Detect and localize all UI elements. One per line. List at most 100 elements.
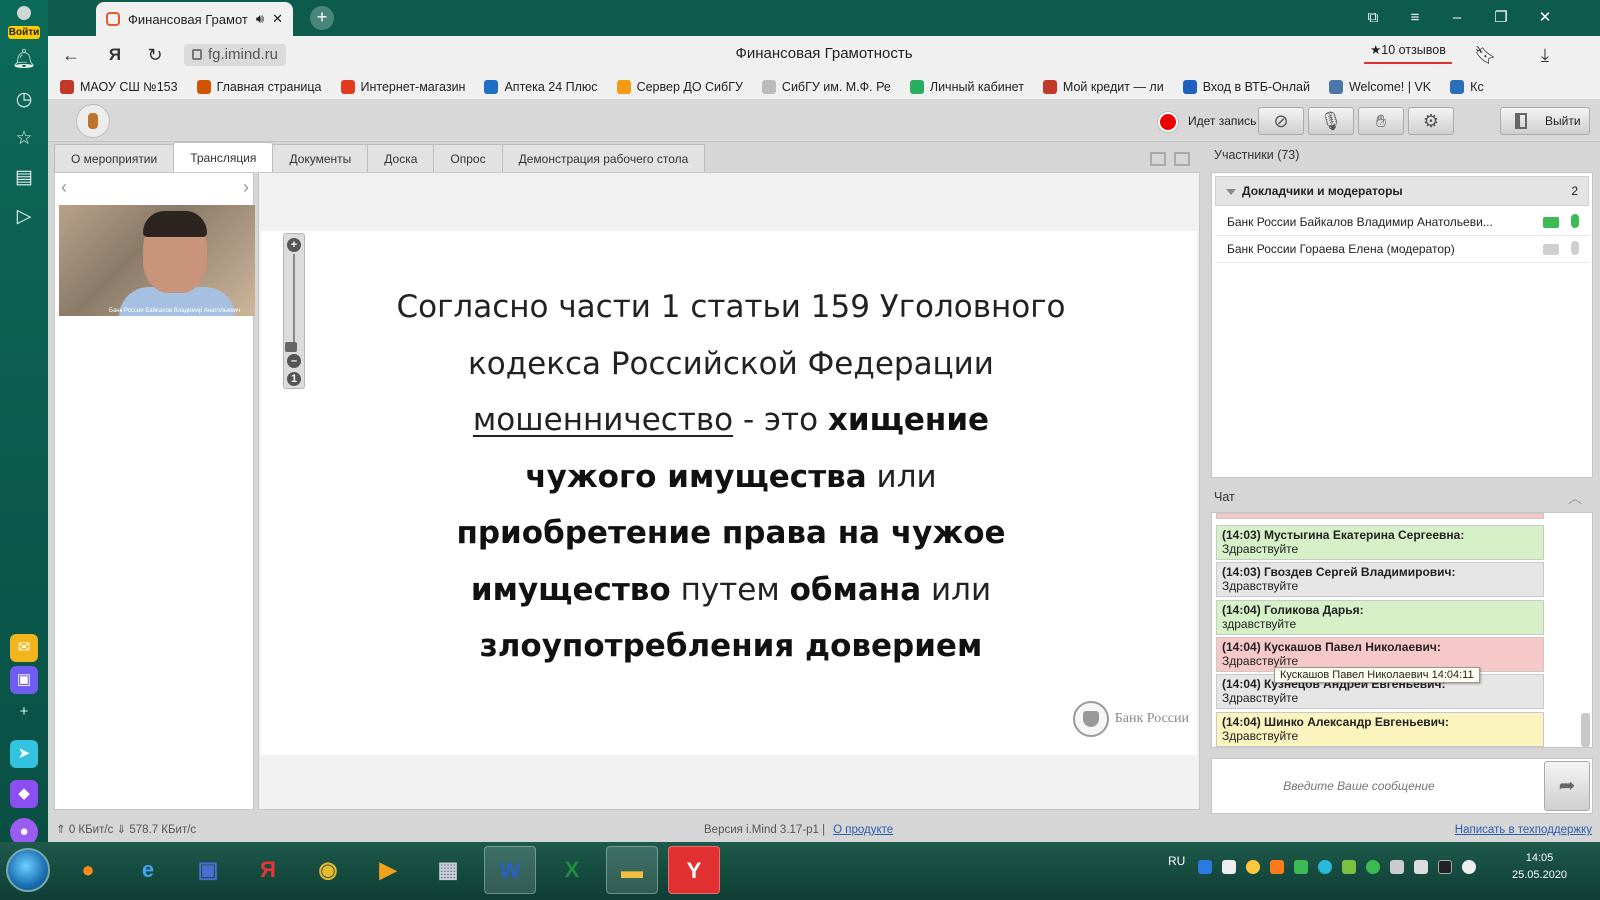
participant-row[interactable]: Банк России Гораева Елена (модератор) (1215, 236, 1589, 263)
bookmark-item[interactable]: Личный кабинет (909, 79, 1024, 94)
mail-icon[interactable]: ✉ (10, 634, 38, 662)
menu-icon[interactable]: ≡ (1402, 6, 1428, 30)
start-button[interactable] (6, 848, 50, 892)
tab-poll[interactable]: Опрос (433, 144, 503, 172)
tray-monitor-icon[interactable] (1438, 860, 1452, 874)
tray-power-icon[interactable] (1462, 860, 1476, 874)
chrome-icon[interactable]: ◉ (302, 846, 354, 894)
messenger-icon[interactable]: ▣ (10, 666, 38, 694)
word-icon[interactable]: W (484, 846, 536, 894)
bookmark-item[interactable]: Интернет-магазин (340, 79, 465, 94)
restore-button[interactable]: ❐ (1488, 6, 1514, 30)
bell-icon[interactable]: 🔔︎ (12, 48, 36, 72)
bookmark-item[interactable]: Welcome! | VK (1328, 79, 1431, 94)
firefox-icon[interactable]: ● (62, 846, 114, 894)
participant-row[interactable]: Банк России Байкалов Владимир Анатольеви… (1215, 209, 1589, 236)
send-message-button[interactable]: ➦ (1544, 761, 1590, 811)
login-label[interactable]: Войти (8, 26, 40, 39)
participants-group[interactable]: Докладчики и модераторы 2 (1215, 176, 1589, 206)
tray-orange-icon[interactable] (1270, 860, 1284, 874)
zoom-thumb[interactable] (285, 342, 297, 352)
tabs-menu-icon[interactable]: ⧉ (1360, 6, 1386, 30)
explorer-icon[interactable]: ▬ (606, 846, 658, 894)
yandex-open-icon[interactable]: Y (668, 846, 720, 894)
tray-volume-icon[interactable] (1414, 860, 1428, 874)
yandex-browser-icon[interactable]: Я (242, 846, 294, 894)
mic-off-button[interactable]: 🎙︎ (1308, 107, 1354, 135)
yandex-icon[interactable]: Я (104, 45, 126, 65)
collapse-triangle-icon[interactable] (1226, 189, 1236, 195)
reviews-button[interactable]: ★10 отзывов (1364, 42, 1452, 64)
bookmark-item[interactable]: Кс (1450, 79, 1484, 94)
calculator-icon[interactable]: ▦ (422, 846, 474, 894)
excel-icon[interactable]: X (546, 846, 598, 894)
bookmark-item[interactable]: Вход в ВТБ-Онлай (1182, 79, 1310, 94)
download-icon[interactable]: ⤓ (1534, 45, 1556, 65)
tray-keyboard-icon[interactable] (1222, 860, 1236, 874)
alice-icon[interactable]: ◆ (10, 780, 38, 808)
zoom-out-icon[interactable]: – (287, 354, 301, 368)
support-link[interactable]: Написать в техподдержку (1455, 818, 1592, 842)
next-video-icon[interactable]: › (243, 177, 249, 198)
speaker-icon[interactable]: 🔊︎ (256, 11, 264, 27)
tab-desktop-share[interactable]: Демонстрация рабочего стола (501, 144, 706, 172)
window-mode-icon[interactable] (1150, 152, 1166, 166)
clock[interactable]: 14:05 25.05.2020 (1512, 850, 1567, 884)
star-icon[interactable]: ☆ (12, 127, 36, 151)
chat-message-text: Здравствуйте (1222, 542, 1299, 556)
bookmark-item[interactable]: Аптека 24 Плюс (484, 79, 598, 94)
tray-app-icon[interactable] (1198, 860, 1212, 874)
camera-off-button[interactable]: ⊘ (1258, 107, 1304, 135)
bookmark-item[interactable]: Мой кредит — ли (1042, 79, 1164, 94)
zoom-control[interactable]: + – 1 (283, 233, 305, 389)
reload-icon[interactable]: ↻ (144, 45, 166, 65)
send-icon[interactable]: ➤ (10, 740, 38, 768)
bookmark-item[interactable]: МАОУ СШ №153 (60, 79, 178, 94)
tab-broadcast[interactable]: Трансляция (173, 142, 274, 172)
tab-board[interactable]: Доска (367, 144, 435, 172)
internet-explorer-icon[interactable]: e (122, 846, 174, 894)
save-app-icon[interactable]: ▣ (182, 846, 234, 894)
zoom-track[interactable] (293, 254, 295, 342)
bookmark-icon[interactable]: 🔖︎ (1474, 45, 1497, 65)
chat-message-input[interactable] (1214, 761, 1504, 811)
collections-icon[interactable]: ▤ (12, 166, 36, 190)
raise-hand-button[interactable]: ✋︎ (1358, 107, 1404, 135)
speaker-video[interactable]: Банк России Байкалов Владимир Анатольеви… (59, 205, 255, 316)
about-product-link[interactable]: О продукте (833, 824, 893, 836)
profile-avatar[interactable]: Войти (6, 4, 42, 39)
tray-skype-icon[interactable] (1318, 860, 1332, 874)
address-bar: ← Я ↻ fg.imind.ru Финансовая Грамотность… (48, 36, 1600, 74)
fullscreen-icon[interactable] (1174, 152, 1190, 166)
close-tab-icon[interactable]: ✕ (272, 11, 283, 27)
settings-button[interactable]: ⚙ (1408, 107, 1454, 135)
tray-lang[interactable]: RU (1168, 854, 1185, 868)
url-field[interactable]: fg.imind.ru (184, 44, 287, 66)
bookmark-item[interactable]: СибГУ им. М.Ф. Ре (761, 79, 891, 94)
tray-green-icon[interactable] (1294, 860, 1308, 874)
minimize-button[interactable]: – (1444, 6, 1470, 30)
add-panel-icon[interactable]: + (10, 698, 38, 726)
browser-tab[interactable]: Финансовая Грамот 🔊︎ ✕ (96, 2, 293, 36)
new-tab-button[interactable]: + (310, 6, 334, 30)
chat-scrollbar[interactable] (1581, 713, 1590, 747)
tray-yellow-icon[interactable] (1246, 860, 1260, 874)
history-icon[interactable]: ◷ (12, 88, 36, 112)
tab-about[interactable]: О мероприятии (54, 144, 175, 172)
tray-network-icon[interactable] (1390, 860, 1404, 874)
zoom-reset-icon[interactable]: 1 (287, 372, 301, 386)
exit-button[interactable]: Выйти (1500, 107, 1590, 135)
tray-nvidia-icon[interactable] (1342, 860, 1356, 874)
tray-check-icon[interactable] (1366, 860, 1380, 874)
back-button[interactable]: ← (60, 45, 82, 65)
chat-collapse-icon[interactable]: ︿ (1568, 488, 1582, 508)
play-icon[interactable]: ▷ (12, 205, 36, 229)
zoom-in-icon[interactable]: + (287, 238, 301, 252)
video-column: ‹ › Банк России Байкалов Владимир Анатол… (54, 172, 255, 810)
bookmark-item[interactable]: Сервер ДО СибГУ (616, 79, 743, 94)
prev-video-icon[interactable]: ‹ (61, 177, 67, 198)
media-player-icon[interactable]: ▶ (362, 846, 414, 894)
close-window-button[interactable]: ✕ (1532, 6, 1558, 30)
bookmark-item[interactable]: Главная страница (196, 79, 322, 94)
tab-documents[interactable]: Документы (272, 144, 369, 172)
